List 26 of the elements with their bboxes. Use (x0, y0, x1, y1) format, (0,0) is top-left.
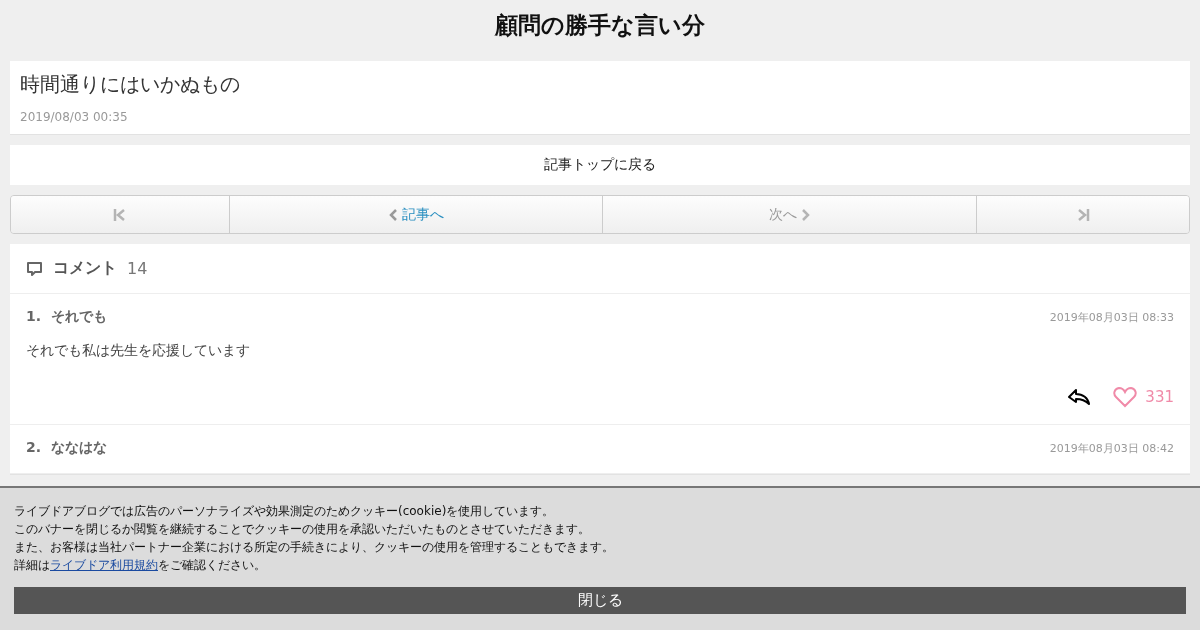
comment-author: 1. それでも (26, 308, 107, 326)
prev-page-button[interactable]: 記事へ (229, 196, 602, 233)
close-button[interactable]: 閉じる (14, 587, 1186, 614)
chevron-left-icon (388, 207, 398, 222)
banner-text: このバナーを閉じるか閲覧を継続することでクッキーの使用を承認いただいたものとさせていただきます。 (14, 521, 591, 538)
banner-text: 詳細はライブドア利用規約をご確認ください。 (14, 557, 267, 574)
comment-body: それでも私は先生を応援しています (26, 342, 251, 360)
comment-author: 2. ななはな (26, 439, 107, 457)
last-page-icon (1076, 207, 1090, 222)
back-to-top-link[interactable]: 記事トップに戻る (10, 145, 1190, 185)
banner-text: ライブドアブログでは広告のパーソナライズや効果測定のためクッキー(cookie)を使用しています。 (14, 503, 556, 520)
article-title: 時間通りにはいかぬもの (20, 71, 241, 98)
comment-date: 2019年08月03日 08:33 (1049, 309, 1174, 325)
comments-count: 14 (127, 259, 148, 278)
banner-text: また、お客様は当社パートナー企業における所定の手続きにより、クッキーの使用を管理することもできます。 (14, 539, 615, 556)
blog-title: 顧問の勝手な言い分 (493, 11, 706, 40)
reply-arrow-icon[interactable] (1067, 388, 1092, 406)
chevron-right-icon (800, 207, 811, 222)
comments-heading: コメント (53, 258, 117, 279)
comment-date: 2019年08月03日 08:42 (1049, 440, 1174, 456)
heart-icon[interactable] (1113, 386, 1138, 408)
speech-bubble-icon (26, 260, 43, 277)
article-date: 2019/08/03 00:35 (20, 110, 129, 124)
like-count: 331 (1145, 388, 1174, 406)
first-page-icon (113, 207, 127, 222)
terms-link[interactable]: ライブドア利用規約 (50, 558, 158, 572)
